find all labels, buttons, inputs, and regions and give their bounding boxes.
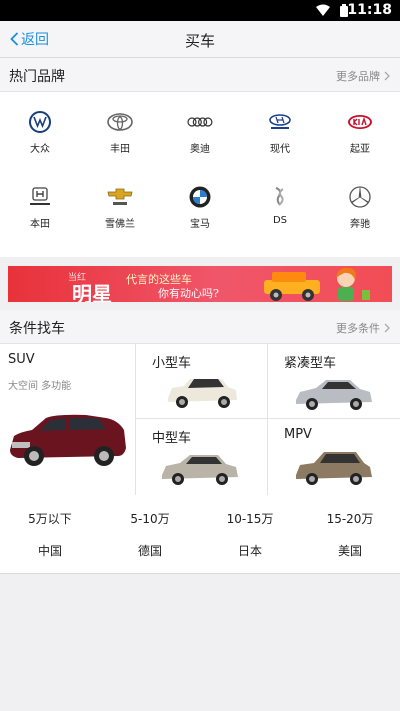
- brand-item-bmw[interactable]: 宝马: [160, 167, 240, 237]
- category-title: SUV: [8, 352, 35, 367]
- brand-item-volkswagen[interactable]: 大众: [0, 92, 80, 162]
- category-mid[interactable]: 中型车: [136, 419, 268, 495]
- more-brands-label: 更多品牌: [336, 70, 380, 83]
- brand-item-honda[interactable]: 本田: [0, 167, 80, 237]
- banner-text-2: 明星: [72, 282, 112, 302]
- brand-name: 雪佛兰: [105, 219, 135, 230]
- mid-car-image: [162, 455, 238, 485]
- chevrolet-logo-icon: [106, 185, 134, 209]
- brand-item-chevrolet[interactable]: 雪佛兰: [80, 167, 160, 237]
- brand-name: 本田: [30, 219, 50, 230]
- category-suv[interactable]: SUV 大空间 多功能: [0, 344, 136, 495]
- bmw-logo-icon: [186, 185, 214, 209]
- hot-brands-title: 热门品牌: [9, 69, 65, 85]
- brand-item-ds[interactable]: DS: [240, 167, 320, 237]
- audi-logo-icon: [186, 110, 214, 134]
- conditions-title: 条件找车: [9, 321, 65, 337]
- status-bar: 11:18: [0, 0, 400, 21]
- more-conditions-link[interactable]: 更多条件: [336, 320, 390, 336]
- category-title: 紧凑型车: [284, 356, 337, 371]
- promo-banner[interactable]: 当红 明星 代言的这些车 你有动心吗?: [8, 266, 392, 302]
- category-title: 小型车: [152, 356, 192, 371]
- category-title: MPV: [284, 427, 312, 442]
- hyundai-logo-icon: [266, 110, 294, 134]
- country-option[interactable]: 中国: [0, 542, 100, 559]
- mpv-car-image: [296, 452, 372, 485]
- country-option[interactable]: 德国: [100, 542, 200, 559]
- brand-name: 宝马: [190, 219, 210, 230]
- brand-item-audi[interactable]: 奥迪: [160, 92, 240, 162]
- brand-item-toyota[interactable]: 丰田: [80, 92, 160, 162]
- brand-name: DS: [272, 215, 288, 226]
- banner-illustration: [264, 268, 370, 301]
- volkswagen-logo-icon: [26, 110, 54, 134]
- category-compact[interactable]: 紧凑型车: [268, 344, 400, 419]
- brand-name: 起亚: [350, 144, 370, 155]
- banner-text-4: 你有动心吗?: [158, 287, 219, 300]
- category-subtitle: 大空间 多功能: [8, 381, 72, 392]
- category-small[interactable]: 小型车: [136, 344, 268, 419]
- brand-item-mercedes[interactable]: 奔驰: [320, 167, 400, 237]
- honda-logo-icon: [26, 185, 54, 209]
- wifi-icon: [316, 4, 330, 16]
- country-option[interactable]: 日本: [200, 542, 300, 559]
- category-title: 中型车: [152, 431, 192, 446]
- category-mpv[interactable]: MPV: [268, 419, 400, 495]
- brand-name: 丰田: [110, 144, 130, 155]
- small-car-image: [168, 376, 237, 408]
- conditions-header: 条件找车 更多条件: [0, 310, 400, 344]
- status-time: 11:18: [347, 2, 392, 18]
- toyota-logo-icon: [106, 110, 134, 134]
- kia-logo-icon: [346, 110, 374, 134]
- price-option[interactable]: 5-10万: [100, 510, 200, 527]
- brand-item-kia[interactable]: 起亚: [320, 92, 400, 162]
- brand-name: 现代: [270, 144, 290, 155]
- brand-name: 大众: [30, 144, 50, 155]
- price-option[interactable]: 10-15万: [200, 510, 300, 527]
- compact-car-image: [296, 380, 372, 410]
- price-filter-row: 5万以下 5-10万 10-15万 15-20万: [0, 510, 400, 534]
- brand-name: 奥迪: [190, 144, 210, 155]
- page-title: 买车: [184, 32, 215, 50]
- mercedes-logo-icon: [346, 185, 374, 209]
- hot-brands-header: 热门品牌 更多品牌: [0, 58, 400, 92]
- brand-item-hyundai[interactable]: 现代: [240, 92, 320, 162]
- price-option[interactable]: 5万以下: [0, 510, 100, 527]
- price-option[interactable]: 15-20万: [300, 510, 400, 527]
- brand-name: 奔驰: [350, 219, 370, 230]
- more-conditions-label: 更多条件: [336, 322, 380, 335]
- country-option[interactable]: 美国: [300, 542, 400, 559]
- ds-logo-icon: [266, 185, 294, 209]
- country-filter-row: 中国 德国 日本 美国: [0, 542, 400, 566]
- condition-finder: SUV 大空间 多功能 小型车 紧凑型车 中型车 MPV 5万以下 5-10万 …: [0, 344, 400, 574]
- chevron-right-icon: [384, 323, 390, 333]
- suv-car-image: [10, 414, 126, 466]
- more-brands-link[interactable]: 更多品牌: [336, 68, 390, 84]
- brand-grid: 大众 丰田 奥迪 现代 起亚 本田 雪佛兰 宝马 DS 奔驰: [0, 92, 400, 257]
- chevron-right-icon: [384, 71, 390, 81]
- nav-bar: 返回 买车: [0, 21, 400, 58]
